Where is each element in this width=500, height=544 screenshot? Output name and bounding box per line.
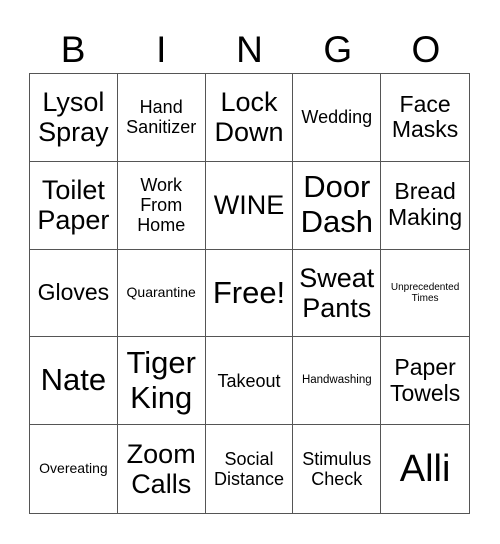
bingo-cell[interactable]: Stimulus Check — [293, 425, 382, 513]
bingo-cell[interactable]: Zoom Calls — [118, 425, 206, 513]
bingo-cell[interactable]: Handwashing — [293, 337, 382, 426]
bingo-cell-text: Zoom Calls — [126, 438, 196, 500]
bingo-cell-text: Lysol Spray — [38, 87, 109, 148]
bingo-cell-text: Gloves — [37, 279, 110, 306]
bingo-cell-text: Free! — [212, 274, 286, 310]
bingo-cell[interactable]: Face Masks — [381, 74, 469, 162]
bingo-cell-text: Work From Home — [137, 174, 186, 236]
bingo-cell[interactable]: Unprecedented Times — [381, 250, 469, 338]
bingo-cell-text: Overeating — [39, 460, 108, 477]
bingo-cell-text: Quarantine — [126, 284, 196, 301]
bingo-cell[interactable]: Nate — [30, 337, 118, 426]
bingo-cell[interactable]: Toilet Paper — [30, 161, 118, 250]
header-letter-b: B — [60, 29, 86, 70]
bingo-grid: Lysol Spray Hand Sanitizer Lock Down Weddin… — [29, 73, 470, 514]
bingo-cell-text: Alli — [399, 447, 451, 490]
bingo-cell[interactable]: Overeating — [30, 425, 118, 513]
bingo-cell[interactable]: Paper Towels — [381, 337, 469, 426]
bingo-cell[interactable]: Tiger King — [117, 337, 206, 426]
bingo-cell[interactable]: Lock Down — [205, 74, 294, 162]
bingo-cell-text: Sweat Pants — [299, 262, 375, 323]
bingo-cell[interactable]: Hand Sanitizer — [117, 74, 206, 162]
bingo-cell-text: Tiger King — [126, 345, 196, 415]
bingo-cell-text: Unprecedented Times — [390, 281, 460, 304]
header-letter-i: I — [156, 29, 167, 70]
bingo-cell-text: Stimulus Check — [302, 448, 372, 490]
bingo-cell-text: Face Masks — [391, 90, 459, 143]
bingo-cell-text: Bread Making — [388, 178, 463, 231]
bingo-cell-text: Toilet Paper — [37, 174, 110, 236]
bingo-cell[interactable]: WINE — [205, 161, 294, 250]
bingo-cell-text: Wedding — [301, 107, 373, 128]
bingo-cell[interactable]: Door Dash — [293, 161, 382, 250]
header-letter-g: G — [323, 29, 353, 70]
bingo-cell[interactable]: Lysol Spray — [30, 74, 118, 162]
header-letter-o: O — [411, 29, 441, 70]
bingo-cell[interactable]: Work From Home — [117, 161, 206, 250]
bingo-cell-text: Paper Towels — [389, 354, 461, 406]
bingo-cell[interactable]: Social Distance — [206, 425, 294, 513]
bingo-header: B I N G O — [29, 27, 470, 73]
bingo-cell-text: Takeout — [217, 370, 281, 391]
bingo-cell-text: Hand Sanitizer — [126, 97, 197, 138]
bingo-cell-text: Lock Down — [214, 87, 284, 148]
header-letter-n: N — [236, 29, 263, 70]
bingo-cell[interactable]: Wedding — [293, 74, 382, 162]
bingo-cell-text: Door Dash — [300, 169, 373, 240]
bingo-cell-text: Social Distance — [213, 448, 284, 490]
bingo-cell[interactable]: Bread Making — [381, 162, 469, 250]
bingo-cell-text: WINE — [213, 190, 285, 221]
bingo-cell[interactable]: Gloves — [30, 249, 118, 338]
bingo-cell-text: Nate — [40, 362, 107, 398]
bingo-cell-text: Handwashing — [301, 374, 372, 387]
bingo-cell[interactable]: Takeout — [205, 337, 294, 426]
bingo-cell[interactable]: Alli — [381, 425, 469, 513]
bingo-cell[interactable]: Quarantine — [117, 249, 206, 338]
bingo-cell[interactable]: Free! — [205, 249, 294, 338]
bingo-cell[interactable]: Sweat Pants — [293, 249, 382, 338]
